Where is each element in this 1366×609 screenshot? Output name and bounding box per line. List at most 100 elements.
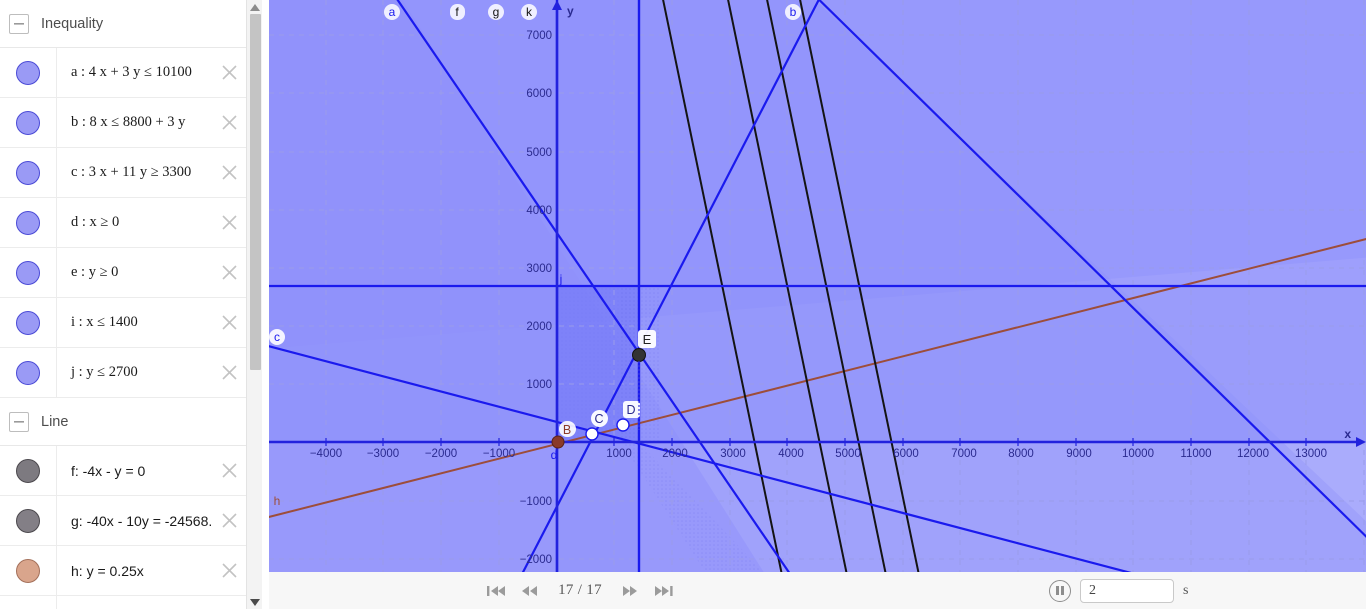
close-icon[interactable] [212, 596, 246, 609]
svg-text:−1000: −1000 [483, 448, 515, 460]
close-icon[interactable] [212, 48, 246, 97]
svg-text:6000: 6000 [526, 88, 552, 100]
color-swatch[interactable] [16, 558, 40, 583]
label-h[interactable]: h [274, 494, 281, 508]
page-indicator: 17 / 17 [558, 582, 602, 598]
pause-icon[interactable] [1049, 579, 1071, 602]
geogebra-app: Inequality a : 4 x + 3 y ≤ 10100 b : 8 x… [0, 0, 1366, 609]
fast-forward-icon[interactable] [613, 577, 647, 605]
list-item[interactable]: b : 8 x ≤ 8800 + 3 y [0, 98, 246, 148]
color-swatch-cell[interactable] [0, 446, 57, 495]
inequality-label: i : x ≤ 1400 [71, 314, 138, 330]
skip-to-end-icon[interactable] [647, 577, 681, 605]
svg-text:5000: 5000 [835, 448, 861, 460]
color-swatch[interactable] [16, 310, 40, 335]
point-label-e[interactable]: E [643, 332, 652, 347]
rewind-icon[interactable] [513, 577, 547, 605]
inequality-label: d : x ≥ 0 [71, 214, 120, 230]
color-swatch[interactable] [16, 110, 40, 135]
triangle-up-icon[interactable] [247, 0, 263, 14]
speed-group: 2 s [1049, 578, 1188, 603]
label-a[interactable]: a [389, 5, 396, 19]
group-header-inequality[interactable]: Inequality [0, 0, 246, 48]
point-label-d[interactable]: D [626, 403, 635, 417]
label-c[interactable]: c [274, 330, 280, 344]
list-item[interactable]: i : x ≤ 1400 [0, 298, 246, 348]
color-swatch-cell[interactable] [0, 496, 57, 545]
graphics-view[interactable]: −4000 −3000 −2000 −1000 1000 2000 3000 4… [269, 0, 1366, 609]
color-swatch-cell[interactable] [0, 348, 57, 397]
svg-text:1000: 1000 [526, 379, 552, 391]
sidebar-scrollbar[interactable] [246, 0, 262, 609]
color-swatch[interactable] [16, 60, 40, 85]
color-swatch-cell[interactable] [0, 546, 57, 595]
point-d[interactable] [616, 418, 630, 432]
close-icon[interactable] [212, 298, 246, 347]
color-swatch[interactable] [16, 458, 40, 483]
list-item[interactable]: k: -40x - 10y = -48202.35 [0, 596, 246, 609]
label-j[interactable]: j [559, 272, 563, 286]
speed-input[interactable]: 2 [1080, 578, 1174, 603]
color-swatch[interactable] [16, 160, 40, 185]
graph-svg[interactable]: −4000 −3000 −2000 −1000 1000 2000 3000 4… [269, 0, 1366, 609]
y-axis-label: y [567, 4, 574, 18]
minus-icon[interactable] [9, 13, 29, 34]
triangle-down-icon[interactable] [247, 595, 263, 609]
skip-to-start-icon[interactable] [479, 577, 513, 605]
svg-text:3000: 3000 [720, 448, 746, 460]
close-icon[interactable] [212, 546, 246, 595]
inequality-label: b : 8 x ≤ 8800 + 3 y [71, 114, 186, 130]
color-swatch-cell[interactable] [0, 48, 57, 97]
inequality-label: e : y ≥ 0 [71, 264, 119, 280]
color-swatch-cell[interactable] [0, 596, 57, 609]
svg-text:7000: 7000 [951, 448, 977, 460]
svg-text:2000: 2000 [526, 321, 552, 333]
list-item[interactable]: g: -40x - 10y = -24568.81 [0, 496, 246, 546]
color-swatch[interactable] [16, 260, 40, 285]
color-swatch-cell[interactable] [0, 148, 57, 197]
color-swatch[interactable] [16, 360, 40, 385]
label-d[interactable]: d [551, 448, 558, 462]
svg-text:−2000: −2000 [425, 448, 457, 460]
color-swatch[interactable] [16, 508, 40, 533]
svg-text:−2000: −2000 [520, 554, 552, 566]
svg-text:11000: 11000 [1180, 448, 1211, 460]
color-swatch-cell[interactable] [0, 298, 57, 347]
list-item[interactable]: d : x ≥ 0 [0, 198, 246, 248]
point-e[interactable] [632, 348, 646, 362]
close-icon[interactable] [212, 348, 246, 397]
list-item[interactable]: a : 4 x + 3 y ≤ 10100 [0, 48, 246, 98]
color-swatch-cell[interactable] [0, 248, 57, 297]
point-b[interactable] [551, 435, 565, 449]
color-swatch-cell[interactable] [0, 98, 57, 147]
label-b[interactable]: b [790, 5, 797, 19]
svg-text:3000: 3000 [526, 263, 552, 275]
svg-text:−4000: −4000 [310, 448, 342, 460]
close-icon[interactable] [212, 496, 246, 545]
close-icon[interactable] [212, 148, 246, 197]
list-item[interactable]: c : 3 x + 11 y ≥ 3300 [0, 148, 246, 198]
label-g[interactable]: g [493, 5, 500, 19]
point-label-c[interactable]: C [594, 412, 603, 426]
close-icon[interactable] [212, 198, 246, 247]
close-icon[interactable] [212, 98, 246, 147]
list-item[interactable]: f: -4x - y = 0 [0, 446, 246, 496]
close-icon[interactable] [212, 248, 246, 297]
list-item[interactable]: e : y ≥ 0 [0, 248, 246, 298]
svg-text:4000: 4000 [778, 448, 804, 460]
line-label: g: -40x - 10y = -24568.81 [71, 512, 212, 529]
minus-icon[interactable] [9, 411, 29, 432]
group-title: Line [41, 413, 69, 430]
label-k[interactable]: k [526, 5, 533, 19]
color-swatch[interactable] [16, 210, 40, 235]
list-item[interactable]: j : y ≤ 2700 [0, 348, 246, 398]
list-item[interactable]: h: y = 0.25x [0, 546, 246, 596]
svg-text:−3000: −3000 [367, 448, 399, 460]
color-swatch-cell[interactable] [0, 198, 57, 247]
close-icon[interactable] [212, 446, 246, 495]
point-c[interactable] [585, 427, 599, 441]
point-label-b[interactable]: B [563, 423, 571, 437]
inequality-label: c : 3 x + 11 y ≥ 3300 [71, 164, 192, 180]
group-header-line[interactable]: Line [0, 398, 246, 446]
scrollbar-thumb[interactable] [250, 14, 261, 370]
